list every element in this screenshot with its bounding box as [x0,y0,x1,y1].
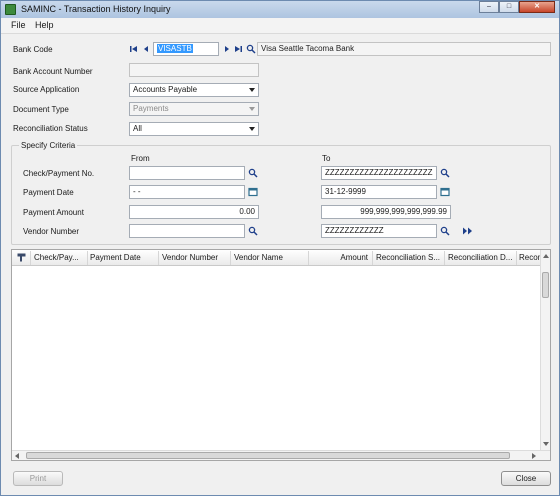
window-controls: – □ ✕ [479,1,555,14]
vendor-number-from-input[interactable] [129,224,245,238]
column-separator [516,251,517,265]
payment-amount-from-input[interactable]: 0.00 [129,205,259,219]
column-header-reconciliation-date[interactable]: Reconciliation D... [448,253,514,262]
source-application-value: Accounts Payable [133,85,198,94]
finder-icon[interactable] [440,168,450,178]
bank-code-value: VISASTB [157,44,193,53]
source-application-select[interactable]: Accounts Payable [129,83,259,97]
calendar-icon[interactable] [440,187,450,197]
bank-code-input[interactable]: VISASTB [153,42,219,56]
close-button[interactable]: Close [501,471,551,486]
bank-finder-icon[interactable] [246,44,256,54]
check-payment-from-input[interactable] [129,166,245,180]
vendor-number-label: Vendor Number [23,227,80,236]
scroll-left-icon[interactable] [15,453,19,459]
column-header-payment-date[interactable]: Payment Date [90,253,156,262]
vertical-scrollbar[interactable] [540,250,550,450]
window-title: SAMINC - Transaction History Inquiry [21,4,171,14]
app-icon [5,4,16,15]
window: SAMINC - Transaction History Inquiry – □… [0,0,560,496]
criteria-title: Specify Criteria [19,141,78,150]
grid-header: Check/Pay... Payment Date Vendor Number … [12,250,542,266]
bank-code-label: Bank Code [13,45,53,54]
chevron-down-icon [249,127,255,131]
column-separator [444,251,445,265]
check-payment-label: Check/Payment No. [23,169,95,178]
horizontal-scrollbar[interactable] [12,450,550,460]
finder-icon[interactable] [248,226,258,236]
payment-amount-to-input[interactable]: 999,999,999,999,999.99 [321,205,451,219]
document-type-label: Document Type [13,105,69,114]
scroll-up-icon[interactable] [543,254,549,258]
results-grid[interactable]: Check/Pay... Payment Date Vendor Number … [11,249,551,461]
reconciliation-status-value: All [133,124,142,133]
finder-icon[interactable] [248,168,258,178]
calendar-icon[interactable] [248,187,258,197]
vertical-scroll-thumb[interactable] [542,272,549,298]
payment-date-to-input[interactable]: 31-12-9999 [321,185,437,199]
reconciliation-status-select[interactable]: All [129,122,259,136]
column-header-recon[interactable]: Recon [519,253,541,262]
chevron-down-icon [249,107,255,111]
column-separator [87,251,88,265]
previous-record-icon[interactable] [141,44,151,54]
title-bar: SAMINC - Transaction History Inquiry – □… [1,1,559,18]
column-separator [158,251,159,265]
from-label: From [131,154,150,163]
payment-amount-label: Payment Amount [23,208,84,217]
chevron-down-icon [249,88,255,92]
minimize-icon[interactable]: – [479,1,499,13]
vendor-number-to-input[interactable]: ZZZZZZZZZZZZ [321,224,437,238]
menu-help[interactable]: Help [35,20,54,30]
menu-bar: File Help [1,18,559,34]
scroll-down-icon[interactable] [543,442,549,446]
column-separator [308,251,309,265]
finder-icon[interactable] [440,226,450,236]
column-header-amount[interactable]: Amount [312,253,368,262]
horizontal-scroll-thumb[interactable] [26,452,510,459]
bank-account-field [129,63,259,77]
document-type-select: Payments [129,102,259,116]
reconciliation-status-label: Reconciliation Status [13,124,88,133]
go-icon[interactable] [462,226,474,236]
to-label: To [322,154,331,163]
next-record-icon[interactable] [222,44,232,54]
column-separator [30,251,31,265]
last-record-icon[interactable] [233,44,243,54]
print-button[interactable]: Print [13,471,63,486]
scroll-right-icon[interactable] [532,453,536,459]
menu-file[interactable]: File [11,20,26,30]
payment-date-label: Payment Date [23,188,74,197]
column-header-reconciliation-status[interactable]: Reconciliation S... [376,253,442,262]
document-type-value: Payments [133,104,169,113]
column-settings-icon[interactable] [17,253,26,262]
column-header-vendor-number[interactable]: Vendor Number [162,253,228,262]
maximize-icon[interactable]: □ [499,1,519,13]
check-payment-to-input[interactable]: ZZZZZZZZZZZZZZZZZZZZZZ [321,166,437,180]
source-application-label: Source Application [13,85,80,94]
column-separator [372,251,373,265]
payment-date-from-input[interactable]: - - [129,185,245,199]
column-separator [230,251,231,265]
close-window-icon[interactable]: ✕ [519,1,555,13]
first-record-icon[interactable] [129,44,139,54]
column-header-vendor-name[interactable]: Vendor Name [234,253,306,262]
bank-description: Visa Seattle Tacoma Bank [257,42,551,56]
column-header-check-payment[interactable]: Check/Pay... [34,253,86,262]
bank-account-label: Bank Account Number [13,67,93,76]
